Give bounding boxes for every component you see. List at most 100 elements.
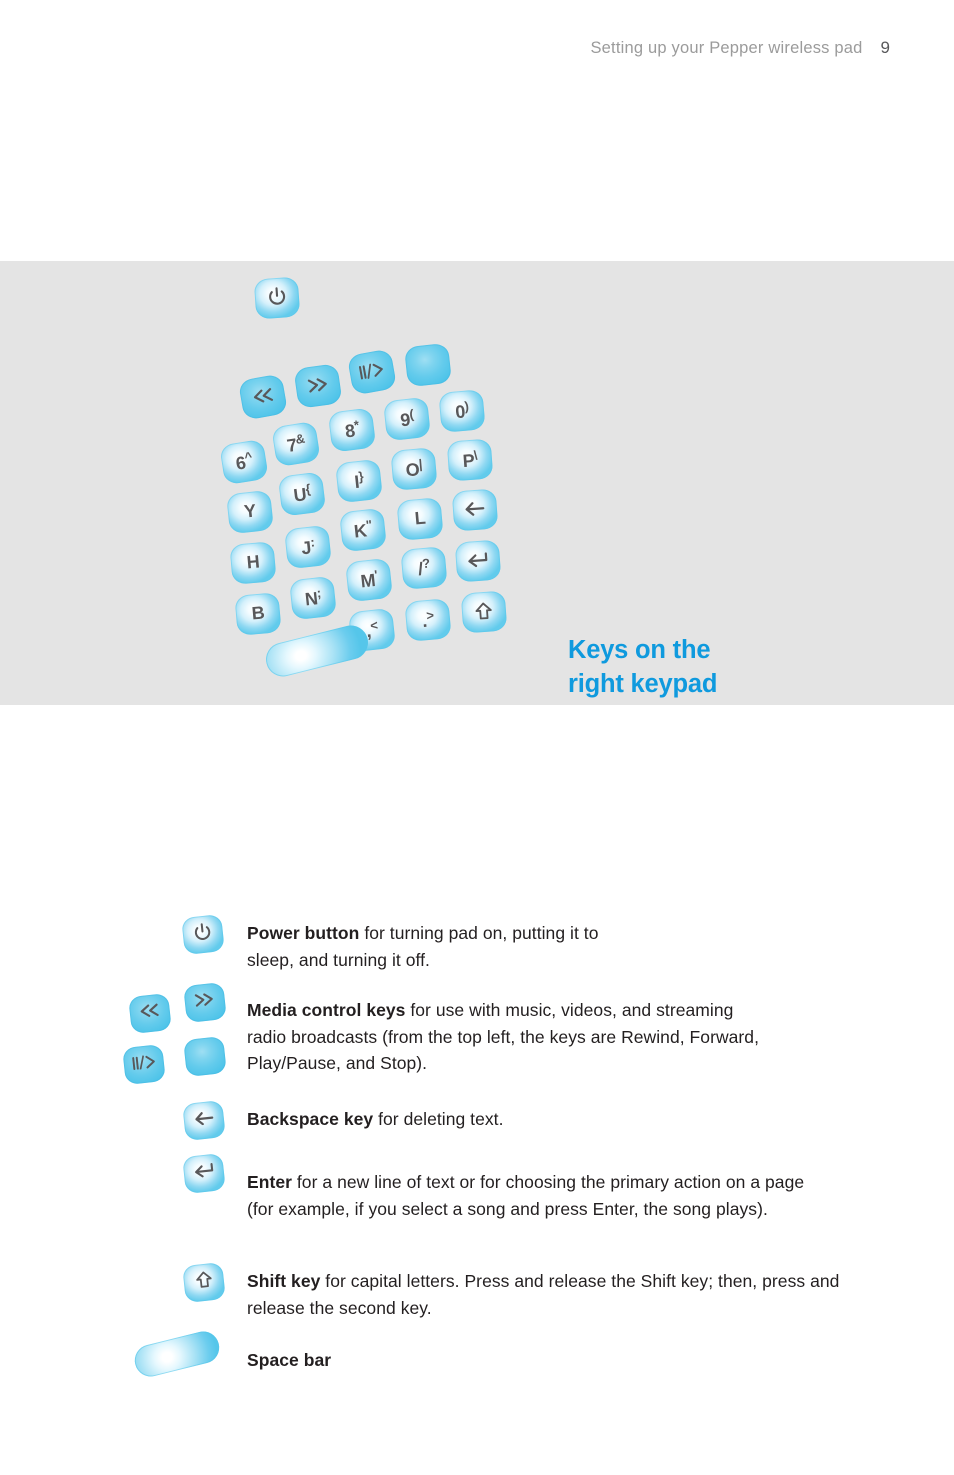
keypad-key-key-0[interactable]: 0) <box>438 389 486 433</box>
key-label: O| <box>405 455 423 480</box>
backspace-icon <box>193 1110 215 1132</box>
keypad-key-key-6[interactable]: 6^ <box>219 438 269 486</box>
rewind-icon <box>251 387 275 404</box>
enter-icon <box>193 1162 215 1185</box>
play-pause-icon <box>358 361 386 381</box>
legend-icon-rewind <box>128 993 172 1034</box>
keypad-key-rewind[interactable] <box>237 373 289 421</box>
keypad-key-key-i[interactable]: I} <box>335 458 383 504</box>
key-secondary-char: ? <box>421 555 431 571</box>
key-label: 9( <box>399 406 414 430</box>
key-label: J: <box>300 534 315 558</box>
legend-entry-label: Space bar <box>247 1350 332 1370</box>
legend-entry-backspace-key: Backspace key for deleting text. <box>247 1106 727 1133</box>
keypad-key-key-n[interactable]: N; <box>289 575 337 621</box>
legend-icon-forward <box>183 982 227 1023</box>
enter-icon <box>467 551 489 569</box>
key-label: P\ <box>462 447 478 471</box>
key-label: L <box>413 507 427 529</box>
legend-entry-power-button: Power button for turning pad on, putting… <box>247 920 647 973</box>
legend-icon-enter <box>182 1153 226 1194</box>
key-secondary-char: } <box>357 468 364 484</box>
key-secondary-char: & <box>294 430 306 447</box>
legend-entry-label: Power button <box>247 923 360 943</box>
keypad-key-key-l[interactable]: L <box>396 497 444 541</box>
key-label: U{ <box>292 481 311 506</box>
keypad-key-key-8[interactable]: 8* <box>327 407 377 453</box>
key-label: 7& <box>285 430 306 455</box>
key-label: /? <box>417 555 431 579</box>
power-icon <box>267 287 287 308</box>
legend-entry-label: Media control keys <box>247 1000 406 1020</box>
keypad-key-key-slash[interactable]: /? <box>400 546 448 590</box>
legend-icon-backspace <box>182 1100 226 1141</box>
keypad-key-key-u[interactable]: U{ <box>277 471 327 517</box>
keypad-key-play-pause[interactable] <box>346 348 398 396</box>
legend-icon-play-pause <box>122 1044 166 1085</box>
keypad-key-power[interactable] <box>253 276 301 320</box>
keypad-key-key-o[interactable]: O| <box>390 447 438 491</box>
legend-icon-power <box>181 914 225 955</box>
page-header: Setting up your Pepper wireless pad 9 <box>590 38 890 58</box>
key-secondary-char: ^ <box>243 448 253 465</box>
keypad-key-shift[interactable] <box>460 590 508 634</box>
legend-entry-label: Enter <box>247 1172 292 1192</box>
key-label: I} <box>353 468 364 491</box>
key-label: 6^ <box>234 448 254 474</box>
keypad-key-key-b[interactable]: B <box>234 592 282 636</box>
keypad-key-space-bar[interactable] <box>262 621 372 681</box>
key-secondary-char: ( <box>408 406 414 422</box>
legend-entry-media-control-keys: Media control keys for use with music, v… <box>247 997 767 1077</box>
illustration-title: Keys on the right keypad <box>568 633 828 701</box>
keypad-key-key-y[interactable]: Y <box>226 489 274 535</box>
illustration-title-line2: right keypad <box>568 670 718 698</box>
key-secondary-char: \ <box>473 447 478 463</box>
keypad-key-key-7[interactable]: 7& <box>271 420 321 468</box>
key-label: 0) <box>454 398 469 422</box>
key-secondary-char: > <box>425 607 435 623</box>
keypad-key-key-h[interactable]: H <box>229 541 277 585</box>
key-secondary-char: ' <box>373 566 378 583</box>
keypad-key-key-j[interactable]: J: <box>284 524 332 570</box>
key-primary-char: H <box>245 551 261 573</box>
key-primary-char: L <box>413 507 427 529</box>
keypad-key-key-m[interactable]: M' <box>345 557 393 603</box>
key-primary-char: Y <box>243 500 257 522</box>
rewind-icon <box>139 1003 162 1023</box>
legend-entry-enter-key: Enter for a new line of text or for choo… <box>247 1169 827 1222</box>
power-icon <box>193 922 213 947</box>
keypad-key-backspace[interactable] <box>451 488 499 532</box>
illustration-title-line1: Keys on the <box>568 636 711 664</box>
key-label: Y <box>243 500 257 522</box>
key-secondary-char: * <box>352 416 360 433</box>
keypad-key-key-period[interactable]: .> <box>404 598 452 642</box>
legend-icon-shift <box>182 1262 226 1303</box>
keypad-key-stop[interactable] <box>404 342 452 388</box>
shift-icon <box>475 601 494 621</box>
key-label: N; <box>304 585 322 609</box>
key-secondary-char: < <box>369 617 379 633</box>
key-label: K" <box>353 516 373 541</box>
play-pause-icon <box>131 1053 158 1075</box>
key-label: H <box>245 551 261 573</box>
keypad-key-key-k[interactable]: K" <box>339 507 387 553</box>
key-secondary-char: " <box>365 516 373 533</box>
key-secondary-char: : <box>309 534 315 550</box>
keypad-key-enter[interactable] <box>454 539 502 583</box>
legend-entry-space-bar: Space bar <box>247 1347 547 1374</box>
legend-icon-space-bar <box>131 1328 223 1380</box>
legend-entry-description: for deleting text. <box>373 1109 504 1129</box>
key-label: 8* <box>344 416 360 441</box>
keypad-key-forward[interactable] <box>293 363 343 409</box>
key-label: M' <box>359 566 378 591</box>
key-label: B <box>250 602 266 624</box>
page-number: 9 <box>880 38 890 57</box>
keypad-key-key-9[interactable]: 9( <box>383 396 431 442</box>
key-primary-char: B <box>250 602 266 624</box>
forward-icon <box>194 992 217 1012</box>
shift-icon <box>195 1270 214 1294</box>
key-secondary-char: | <box>418 455 423 472</box>
backspace-icon <box>464 500 486 517</box>
key-label: .> <box>421 607 435 631</box>
keypad-key-key-p[interactable]: P\ <box>446 438 494 482</box>
